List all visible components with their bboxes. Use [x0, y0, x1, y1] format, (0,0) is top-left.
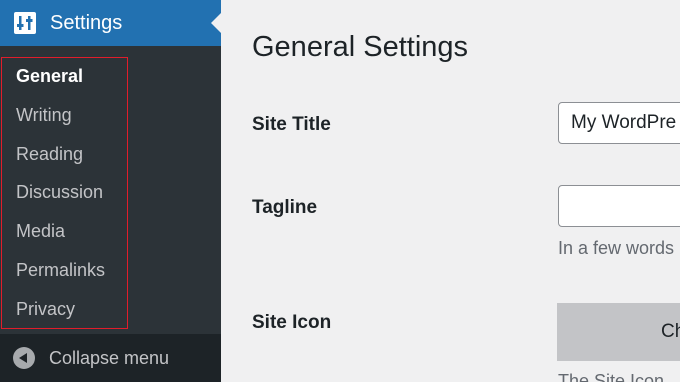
tagline-input[interactable] [558, 185, 680, 227]
submenu-item-general[interactable]: General [16, 65, 83, 87]
collapse-arrow-icon [13, 347, 35, 369]
tagline-description: In a few words [558, 238, 675, 258]
collapse-menu-button[interactable]: Collapse menu [0, 334, 221, 382]
admin-sidebar: Settings General Writing Reading Discuss… [0, 0, 221, 382]
current-menu-pointer [211, 13, 221, 33]
site-title-label: Site Title [252, 114, 331, 135]
submenu-item-reading[interactable]: Reading [16, 143, 83, 165]
submenu-item-discussion[interactable]: Discussion [16, 181, 103, 203]
submenu-item-permalinks[interactable]: Permalinks [16, 259, 105, 281]
site-icon-description: The Site Icon [558, 371, 665, 382]
choose-site-icon-button[interactable]: Ch [557, 303, 680, 361]
settings-menu-label: Settings [50, 12, 123, 34]
main-content: General Settings Site Title My WordPre T… [221, 0, 680, 382]
tagline-label: Tagline [252, 197, 318, 218]
site-icon-label: Site Icon [252, 312, 332, 333]
settings-menu-item[interactable]: Settings [0, 0, 221, 46]
submenu-item-media[interactable]: Media [16, 220, 65, 242]
submenu-item-privacy[interactable]: Privacy [16, 298, 75, 320]
site-title-input[interactable]: My WordPre [558, 102, 680, 144]
page-title: General Settings [252, 31, 469, 63]
submenu-item-writing[interactable]: Writing [16, 104, 72, 126]
settings-sliders-icon [14, 12, 36, 34]
collapse-menu-label: Collapse menu [49, 348, 170, 368]
